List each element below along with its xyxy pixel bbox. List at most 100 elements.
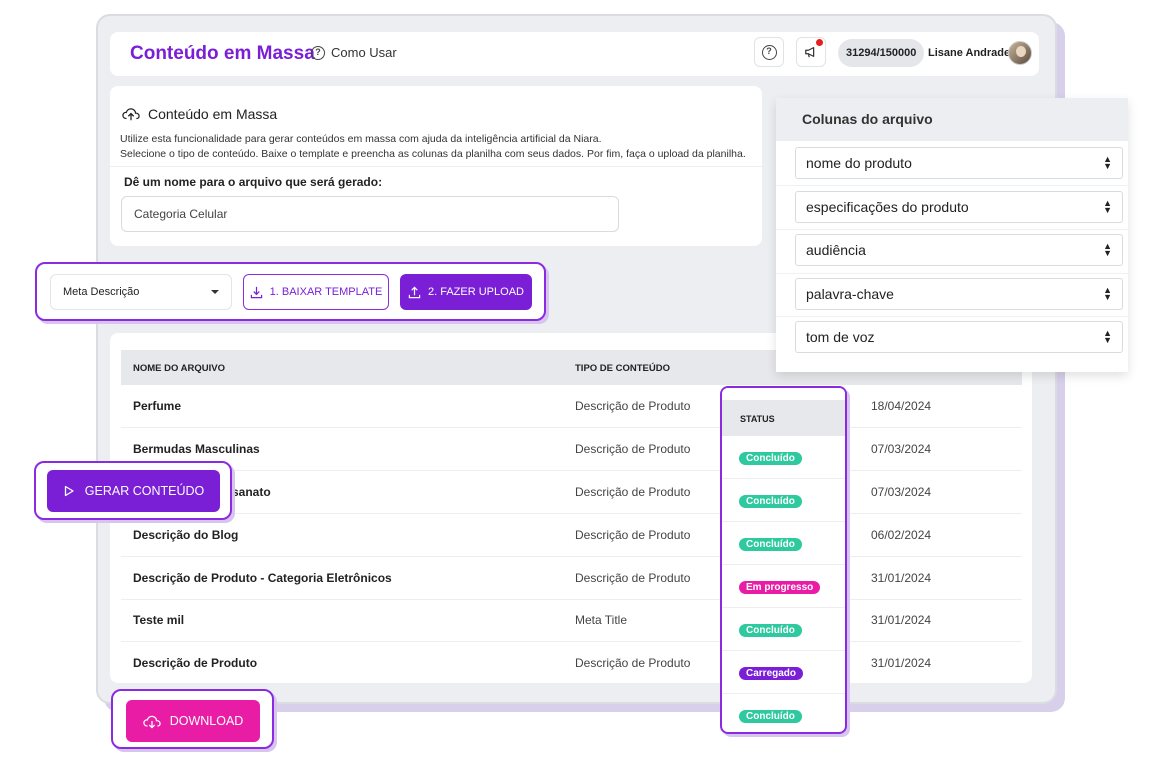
column-header-type: TIPO DE CONTEÚDO xyxy=(575,363,671,374)
divider xyxy=(776,229,1128,230)
status-cell: Concluído xyxy=(722,522,845,565)
how-to-link[interactable]: ? Como Usar xyxy=(311,45,397,60)
status-cell: Concluído xyxy=(722,694,845,732)
date: 07/03/2024 xyxy=(871,442,932,456)
file-name: Teste mil xyxy=(133,613,185,627)
question-circle-icon: ? xyxy=(761,44,777,60)
divider xyxy=(776,316,1128,317)
page-title: Conteúdo em Massa xyxy=(130,43,315,64)
file-name: Descrição de Produto - Categoria Eletrôn… xyxy=(133,571,392,585)
content-type-select[interactable]: Meta Descrição xyxy=(50,274,232,310)
file-name: Perfume xyxy=(133,399,182,413)
file-name: Descrição de Produto xyxy=(133,656,258,670)
top-bar: Conteúdo em Massa ? Como Usar ? 31294/15… xyxy=(110,32,1039,76)
files-table: NOME DO ARQUIVO TIPO DE CONTEÚDO Perfume… xyxy=(110,333,1032,683)
status-badge: Concluído xyxy=(739,624,802,637)
table-row[interactable]: Bermudas Masculinas Descrição de Produto… xyxy=(121,428,1022,471)
date: 07/03/2024 xyxy=(871,485,932,499)
download-icon xyxy=(250,286,262,298)
content-type: Descrição de Produto xyxy=(575,571,691,585)
file-name-input[interactable] xyxy=(121,196,619,232)
column-select-value: palavra-chave xyxy=(806,286,894,302)
table-row[interactable]: Descrição de Produto Descrição de Produt… xyxy=(121,642,1022,685)
status-badge: Concluído xyxy=(739,538,802,551)
file-name: sanato xyxy=(232,485,271,499)
file-name: Descrição do Blog xyxy=(133,528,239,542)
content-type: Descrição de Produto xyxy=(575,399,691,413)
table-row[interactable]: sanato Descrição de Produto 07/03/2024 xyxy=(121,471,1022,514)
upload-icon xyxy=(408,286,421,298)
column-select-value: audiência xyxy=(806,242,866,258)
column-select[interactable]: audiência ▲ ▼ xyxy=(795,234,1123,266)
download-template-label: 1. BAIXAR TEMPLATE xyxy=(269,286,383,298)
divider xyxy=(110,166,762,167)
play-icon xyxy=(64,485,74,497)
columns-panel-title: Colunas do arquivo xyxy=(776,98,1128,141)
column-select-value: nome do produto xyxy=(806,155,912,171)
content-type-value: Meta Descrição xyxy=(63,286,140,298)
date: 06/02/2024 xyxy=(871,528,932,542)
upload-label: 2. FAZER UPLOAD xyxy=(428,286,524,298)
status-cell: Carregado xyxy=(722,651,845,694)
column-header-name: NOME DO ARQUIVO xyxy=(133,363,226,374)
info-card: Conteúdo em Massa Utilize esta funcional… xyxy=(110,86,762,246)
column-select-value: especificações do produto xyxy=(806,199,969,215)
file-name: Bermudas Masculinas xyxy=(133,442,260,456)
generate-content-button[interactable]: GERAR CONTEÚDO xyxy=(47,470,220,512)
status-column: STATUS Concluído Concluído Concluído Em … xyxy=(720,386,847,734)
status-cell: Em progresso xyxy=(722,565,845,608)
info-description-line: Utilize esta funcionalidade para gerar c… xyxy=(120,133,602,145)
content-type: Meta Title xyxy=(575,613,628,627)
notifications-button[interactable] xyxy=(796,37,826,67)
column-header-status: STATUS xyxy=(722,388,845,436)
question-circle-icon: ? xyxy=(311,45,325,60)
table-row[interactable]: Descrição do Blog Descrição de Produto 0… xyxy=(121,514,1022,557)
download-template-button[interactable]: 1. BAIXAR TEMPLATE xyxy=(243,274,389,310)
info-description: Utilize esta funcionalidade para gerar c… xyxy=(120,132,746,162)
download-button[interactable]: DOWNLOAD xyxy=(126,700,260,742)
megaphone-icon xyxy=(805,47,815,58)
credits-counter: 31294/150000 xyxy=(838,39,925,67)
generate-content-label: GERAR CONTEÚDO xyxy=(84,484,205,498)
how-to-label: Como Usar xyxy=(331,45,397,60)
column-select[interactable]: nome do produto ▲ ▼ xyxy=(795,147,1123,179)
notification-dot xyxy=(816,39,823,46)
help-button[interactable]: ? xyxy=(754,37,784,67)
divider xyxy=(776,185,1128,186)
table-row[interactable]: Teste mil Meta Title 31/01/2024 xyxy=(121,599,1022,642)
cloud-upload-icon xyxy=(122,108,140,121)
updown-icon: ▲ ▼ xyxy=(1103,328,1112,345)
column-select[interactable]: tom de voz ▲ ▼ xyxy=(795,321,1123,353)
content-type: Descrição de Produto xyxy=(575,656,691,670)
download-label: DOWNLOAD xyxy=(169,714,244,728)
status-badge: Concluído xyxy=(739,495,802,508)
date: 31/01/2024 xyxy=(871,613,932,627)
updown-icon: ▲ ▼ xyxy=(1103,198,1112,215)
table-row[interactable]: Perfume Descrição de Produto 18/04/2024 xyxy=(121,385,1022,428)
column-select-value: tom de voz xyxy=(806,329,875,345)
column-select[interactable]: palavra-chave ▲ ▼ xyxy=(795,278,1123,310)
user-name[interactable]: Lisane Andrade xyxy=(928,47,1010,59)
caret-down-icon xyxy=(211,290,219,294)
file-columns-panel: Colunas do arquivo nome do produto ▲ ▼ es… xyxy=(776,98,1128,372)
updown-icon: ▲ ▼ xyxy=(1103,154,1112,171)
avatar[interactable] xyxy=(1008,41,1032,65)
content-type: Descrição de Produto xyxy=(575,528,691,542)
status-badge: Em progresso xyxy=(739,581,821,594)
info-title: Conteúdo em Massa xyxy=(148,106,278,122)
status-badge: Carregado xyxy=(739,667,804,680)
content-type: Descrição de Produto xyxy=(575,485,691,499)
updown-icon: ▲ ▼ xyxy=(1103,241,1112,258)
upload-button[interactable]: 2. FAZER UPLOAD xyxy=(400,274,532,310)
status-badge: Concluído xyxy=(739,710,802,723)
status-badge: Concluído xyxy=(739,452,802,465)
info-header: Conteúdo em Massa xyxy=(122,106,277,122)
download-callout: DOWNLOAD xyxy=(111,689,274,749)
column-select[interactable]: especificações do produto ▲ ▼ xyxy=(795,191,1123,223)
table-row[interactable]: Descrição de Produto - Categoria Eletrôn… xyxy=(121,557,1022,600)
divider xyxy=(776,273,1128,274)
date: 31/01/2024 xyxy=(871,571,932,585)
date: 31/01/2024 xyxy=(871,656,932,670)
updown-icon: ▲ ▼ xyxy=(1103,285,1112,302)
date: 18/04/2024 xyxy=(871,399,932,413)
